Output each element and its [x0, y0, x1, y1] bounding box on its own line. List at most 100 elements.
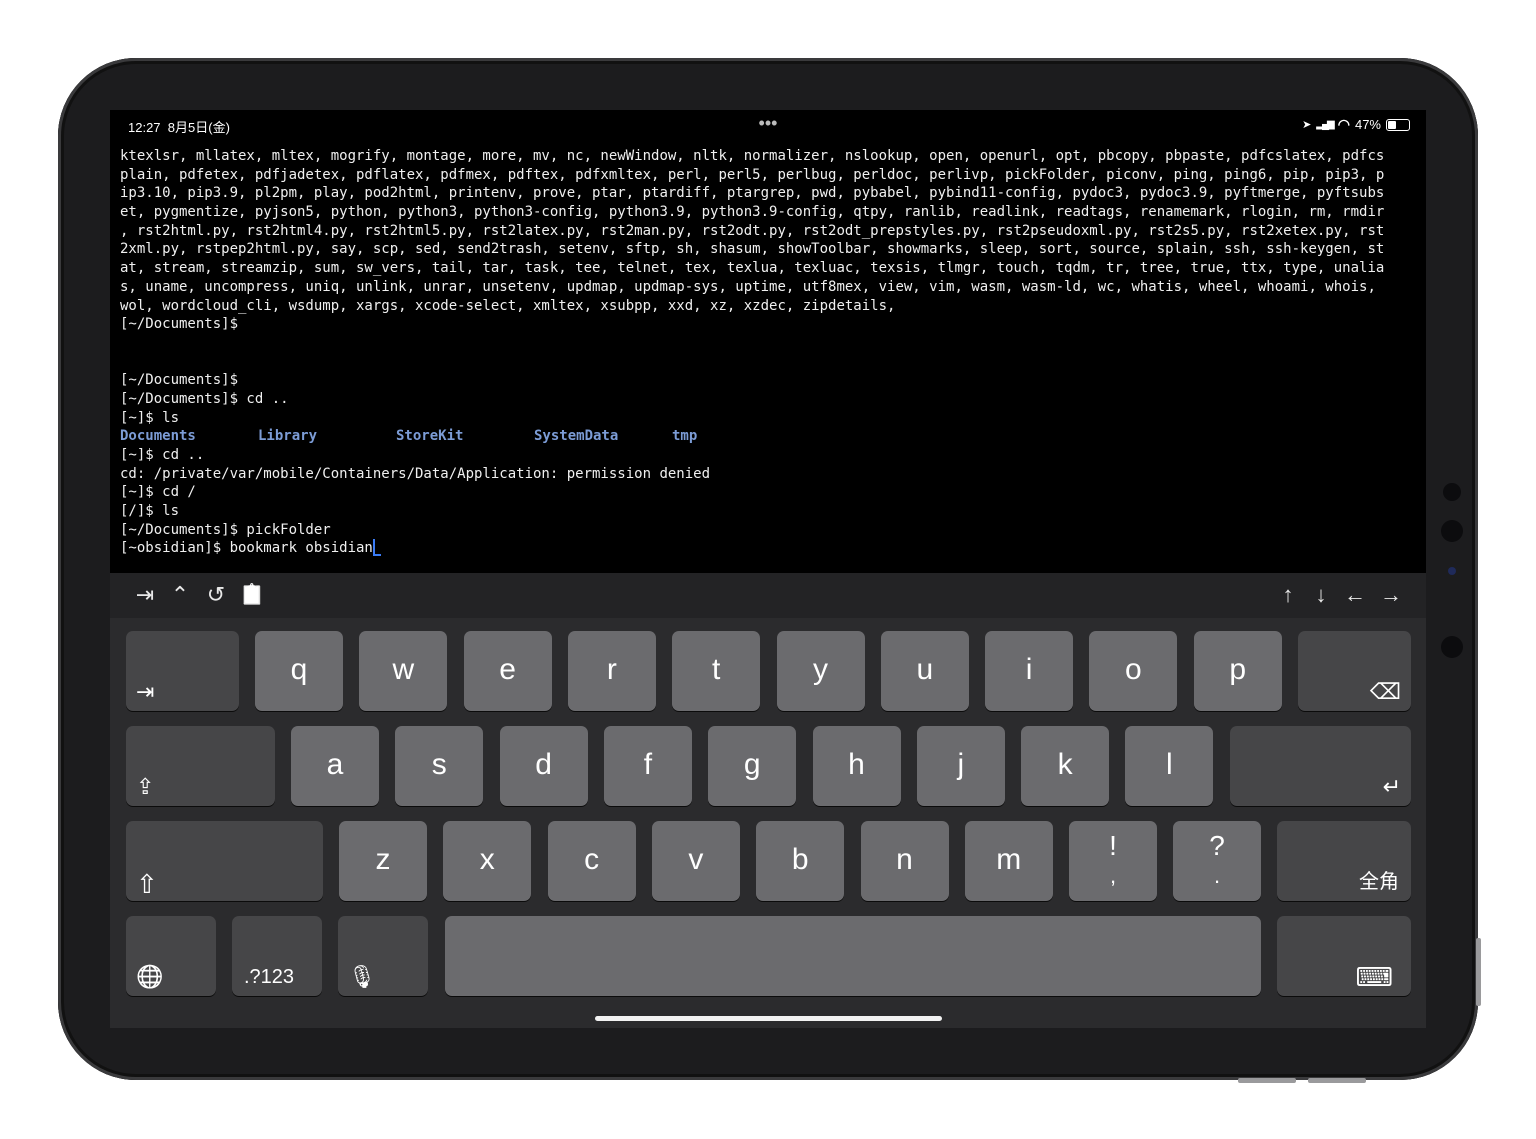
hide-keyboard-icon: ⌨ — [1355, 962, 1393, 992]
home-indicator[interactable] — [595, 1016, 942, 1021]
key-k[interactable]: k — [1021, 726, 1110, 806]
terminal-line: et, pygmentize, pyjson5, python, python3… — [120, 204, 1385, 221]
terminal-line: [~/Documents]$ pickFolder — [120, 521, 331, 538]
key-label: q — [290, 653, 308, 686]
key-c[interactable]: c — [547, 821, 636, 901]
key-p[interactable]: p — [1193, 631, 1282, 711]
paste-icon[interactable]: 📋 — [238, 581, 266, 609]
key-exclaim-comma[interactable]: !, — [1069, 821, 1157, 901]
key-f[interactable]: f — [603, 726, 692, 806]
microphone-icon: 🎙 — [348, 964, 376, 989]
numbers-key[interactable]: .?123 — [232, 916, 322, 996]
key-label: g — [743, 748, 761, 781]
multitasking-dots-icon[interactable]: ••• — [756, 110, 780, 140]
keyboard-toolbar: ⇥ ⌃ ↺ 📋 ↑ ↓ ← → — [110, 573, 1426, 618]
terminal-current-line: [~obsidian]$ bookmark obsidian — [120, 539, 1420, 558]
key-label: i — [1025, 653, 1033, 686]
key-d[interactable]: d — [499, 726, 588, 806]
globe-key[interactable]: 🌐 — [126, 916, 216, 996]
shift-key-left[interactable]: ⇧ — [126, 821, 323, 901]
wifi-icon: ◠ — [1337, 116, 1350, 132]
key-w[interactable]: w — [359, 631, 448, 711]
key-t[interactable]: t — [672, 631, 761, 711]
control-key-icon[interactable]: ⌃ — [166, 581, 194, 609]
key-y[interactable]: y — [776, 631, 865, 711]
key-label: j — [957, 748, 965, 781]
key-h[interactable]: h — [812, 726, 901, 806]
location-icon: ➤ — [1302, 119, 1312, 131]
tab-key-icon[interactable]: ⇥ — [131, 581, 159, 609]
key-label: h — [848, 748, 865, 781]
numbers-label: .?123 — [244, 966, 295, 988]
volume-button-2 — [1308, 1078, 1366, 1083]
arrow-up-icon[interactable]: ↑ — [1274, 581, 1302, 609]
status-time: 12:27 — [128, 120, 161, 135]
key-top-label: ? — [1209, 830, 1225, 861]
key-label: e — [499, 653, 516, 686]
terminal-output[interactable]: ktexlsr, mllatex, mltex, mogrify, montag… — [120, 147, 1420, 567]
keyboard: ⇥ ⌃ ↺ 📋 ↑ ↓ ← → ⇥ q w e r t y u i o p ⌫ ⇪ a s d f g h j k l ↵ ⇧ z x c v b n m… — [110, 573, 1426, 1028]
directory-entry: tmp — [672, 428, 698, 445]
key-z[interactable]: z — [339, 821, 427, 901]
terminal-line: [~/Documents]$ — [120, 316, 239, 333]
camera-dot-2 — [1441, 520, 1463, 542]
key-e[interactable]: e — [463, 631, 552, 711]
key-s[interactable]: s — [395, 726, 484, 806]
terminal-line: [~/Documents]$ cd .. — [120, 390, 289, 407]
key-v[interactable]: v — [651, 821, 740, 901]
space-key[interactable] — [445, 916, 1261, 996]
key-question-period[interactable]: ?. — [1173, 821, 1261, 901]
microphone-key[interactable]: 🎙 — [338, 916, 428, 996]
key-j[interactable]: j — [916, 726, 1005, 806]
battery-percent: 47% — [1354, 117, 1381, 132]
key-m[interactable]: m — [964, 821, 1053, 901]
arrow-down-icon[interactable]: ↓ — [1307, 581, 1335, 609]
key-label: c — [584, 843, 600, 876]
key-top-label: ! — [1109, 830, 1117, 861]
side-button — [1476, 938, 1481, 1006]
hide-keyboard-key[interactable]: ⌨ — [1277, 916, 1411, 996]
key-bottom-label: , — [1109, 863, 1117, 888]
key-a[interactable]: a — [291, 726, 379, 806]
key-r[interactable]: r — [567, 631, 656, 711]
key-label: p — [1229, 653, 1247, 686]
terminal-line: [~]$ cd .. — [120, 447, 205, 463]
key-u[interactable]: u — [880, 631, 969, 711]
caps-lock-key[interactable]: ⇪ — [126, 726, 275, 806]
key-o[interactable]: o — [1089, 631, 1178, 711]
arrow-right-icon[interactable]: → — [1377, 581, 1405, 609]
history-icon[interactable]: ↺ — [202, 581, 230, 609]
key-x[interactable]: x — [443, 821, 532, 901]
terminal-line: ktexlsr, mllatex, mltex, mogrify, montag… — [120, 148, 1385, 164]
terminal-line: 2xml.py, rstpep2html.py, say, scp, sed, … — [120, 241, 1385, 258]
status-right-group: ➤ ▂▄▆ ◠ 47% — [1302, 116, 1410, 133]
key-label: u — [916, 653, 934, 686]
terminal-line: plain, pdfetex, pdfjadetex, pdflatex, pd… — [120, 166, 1385, 183]
key-label: n — [896, 843, 913, 876]
camera-dot-3 — [1448, 567, 1456, 575]
key-i[interactable]: i — [985, 631, 1074, 711]
return-key[interactable]: ↵ — [1230, 726, 1411, 806]
key-label: f — [643, 748, 653, 781]
key-label: m — [996, 843, 1022, 876]
status-time-date: 12:27 8月5日(金) — [128, 117, 230, 136]
delete-key[interactable]: ⌫ — [1298, 631, 1411, 711]
key-label: o — [1125, 653, 1142, 686]
key-l[interactable]: l — [1125, 726, 1214, 806]
key-label: r — [606, 653, 617, 686]
key-label: d — [535, 748, 552, 781]
key-b[interactable]: b — [756, 821, 845, 901]
camera-dot-4 — [1441, 636, 1463, 658]
fullwidth-key[interactable]: 全角 — [1277, 821, 1411, 901]
tab-key[interactable]: ⇥ — [126, 631, 239, 711]
key-q[interactable]: q — [255, 631, 343, 711]
key-n[interactable]: n — [860, 821, 949, 901]
key-g[interactable]: g — [708, 726, 797, 806]
arrow-left-icon[interactable]: ← — [1341, 581, 1369, 609]
camera-dot-1 — [1443, 483, 1461, 501]
key-label: a — [326, 748, 344, 781]
battery-icon — [1386, 118, 1410, 131]
key-label: k — [1057, 748, 1073, 781]
